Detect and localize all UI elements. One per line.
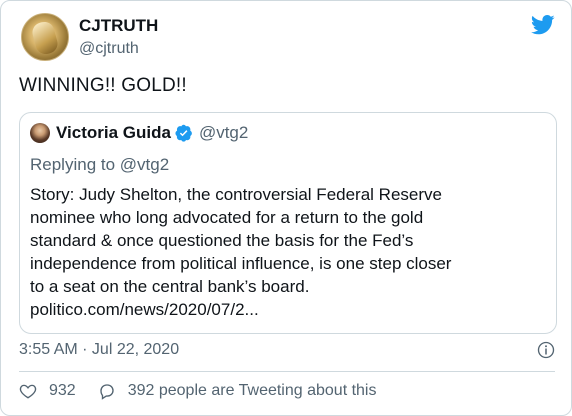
quoted-tweet-body: Story: Judy Shelton, the controversial F… [30, 185, 452, 319]
author-handle[interactable]: @cjtruth [79, 39, 158, 58]
avatar[interactable] [21, 13, 69, 61]
tweet-actions: 932 392 people are Tweeting about this [19, 382, 376, 400]
avatar [30, 123, 50, 143]
quoted-author: Victoria Guida @vtg2 [30, 123, 248, 143]
conversation-button[interactable]: 392 people are Tweeting about this [98, 382, 377, 400]
quoted-tweet[interactable]: Victoria Guida @vtg2 Replying to @vtg2 S… [19, 112, 557, 334]
author-names: CJTRUTH @cjtruth [79, 16, 158, 58]
twitter-bird-icon[interactable] [531, 15, 555, 35]
replying-to-handle[interactable]: @vtg2 [120, 155, 169, 174]
tweet-author[interactable]: CJTRUTH @cjtruth [21, 13, 158, 61]
verified-badge-icon [175, 124, 192, 142]
replying-to-prefix: Replying to [30, 155, 116, 174]
gold-coin-avatar-icon [30, 19, 60, 57]
display-name[interactable]: CJTRUTH [79, 16, 158, 36]
heart-icon [19, 384, 37, 399]
conversation-text: 392 people are Tweeting about this [127, 382, 377, 399]
quoted-display-name: Victoria Guida [56, 123, 171, 142]
divider [19, 371, 555, 372]
replying-to: Replying to @vtg2 [30, 155, 169, 175]
like-button[interactable]: 932 [19, 382, 76, 400]
tweet-text: WINNING!! GOLD!! [19, 75, 187, 96]
tweet-timestamp[interactable]: 3:55 AM · Jul 22, 2020 [19, 341, 179, 359]
info-icon[interactable] [537, 341, 555, 359]
tweet-card: CJTRUTH @cjtruth WINNING!! GOLD!! Victor… [0, 0, 572, 416]
likes-count: 932 [49, 382, 76, 399]
quoted-handle: @vtg2 [198, 123, 249, 142]
reply-bubble-icon [100, 384, 114, 400]
